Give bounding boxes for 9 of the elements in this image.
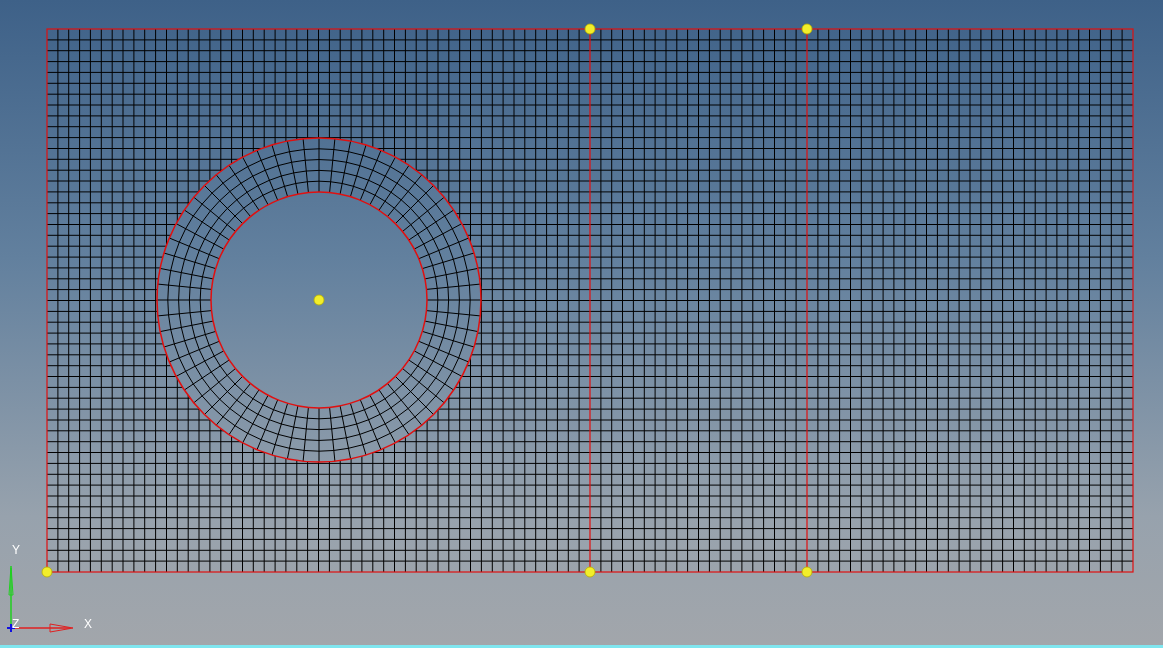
node-marker xyxy=(584,23,596,35)
node-marker xyxy=(801,23,813,35)
node-marker xyxy=(41,566,53,578)
node-marker xyxy=(584,566,596,578)
axis-triad-drawing xyxy=(6,565,74,633)
node-marker xyxy=(801,566,813,578)
axis-label: Y xyxy=(12,543,20,557)
node-marker xyxy=(313,294,325,306)
axis-label: X xyxy=(84,617,92,631)
